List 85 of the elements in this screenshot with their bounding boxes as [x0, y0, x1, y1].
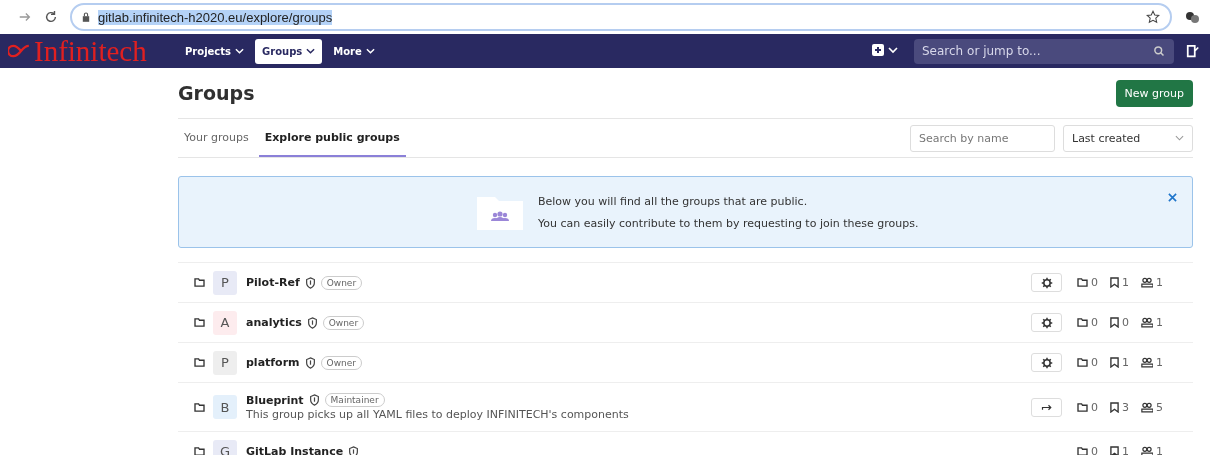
group-avatar[interactable]: P	[213, 270, 237, 295]
banner-text: Below you will find all the groups that are public.	[538, 194, 809, 208]
folder-icon	[1077, 447, 1088, 455]
bookmark-icon	[1110, 357, 1119, 368]
shield-icon	[304, 276, 316, 289]
users-icon	[1141, 317, 1153, 328]
address-bar[interactable]: gitlab.infinitech-h2020.eu/explore/groups	[70, 3, 1172, 31]
folder-icon	[1077, 278, 1088, 287]
shield-icon	[304, 356, 316, 369]
nav-menu[interactable]: Projects	[178, 38, 251, 64]
folder-icon	[194, 318, 205, 327]
bookmark-icon	[1110, 446, 1119, 455]
member-count: 1	[1156, 356, 1163, 369]
folder-icon	[1077, 318, 1088, 327]
folder-icon	[194, 447, 205, 455]
member-count: 1	[1156, 276, 1163, 289]
folder-icon	[194, 278, 205, 287]
leave-button[interactable]	[1031, 397, 1062, 417]
subgroup-count: 0	[1091, 316, 1098, 329]
folder-icon	[194, 402, 205, 412]
users-icon	[1141, 277, 1153, 288]
member-count: 1	[1156, 316, 1163, 329]
shield-icon	[348, 445, 360, 455]
group-description: This group picks up all YAML files to deploy INFINITECH's components	[246, 408, 629, 421]
nav-menu[interactable]: More	[326, 38, 382, 64]
bookmark-icon	[1110, 277, 1119, 288]
new-group-button[interactable]: New group	[1115, 79, 1193, 107]
settings-button[interactable]	[1031, 273, 1062, 292]
settings-button[interactable]	[1031, 313, 1062, 332]
member-count: 5	[1156, 400, 1163, 414]
project-count: 1	[1122, 276, 1129, 289]
shield-icon	[308, 394, 320, 406]
group-avatar[interactable]: P	[213, 350, 237, 375]
gear-icon	[1040, 316, 1053, 329]
bookmark-icon	[1110, 401, 1119, 413]
group-name[interactable]: GitLab Instance	[246, 445, 344, 455]
folder-icon	[194, 358, 205, 367]
todo-icon[interactable]	[1186, 44, 1200, 58]
forward-icon[interactable]	[18, 10, 32, 24]
subgroup-count: 0	[1091, 276, 1098, 289]
folder-icon	[1077, 358, 1088, 367]
lock-icon	[82, 12, 90, 22]
bookmark-icon	[1110, 317, 1119, 328]
group-name[interactable]: Blueprint	[246, 393, 304, 407]
users-icon	[1141, 401, 1153, 413]
reload-icon[interactable]	[44, 10, 58, 24]
new-menu-icon[interactable]	[872, 44, 900, 58]
subgroup-count: 0	[1091, 445, 1098, 455]
group-avatar[interactable]: A	[213, 310, 237, 335]
project-count: 1	[1122, 445, 1129, 455]
shield-icon	[306, 316, 318, 329]
subgroup-count: 0	[1091, 400, 1098, 414]
search-field[interactable]: Search or jump to...	[914, 38, 1174, 64]
group-name[interactable]: analytics	[246, 316, 302, 329]
gear-icon	[1040, 276, 1053, 289]
project-count: 3	[1122, 400, 1129, 414]
users-icon	[1141, 357, 1153, 368]
group-avatar[interactable]: B	[213, 395, 237, 419]
project-count: 0	[1122, 316, 1129, 329]
settings-button[interactable]	[1031, 353, 1062, 372]
chevron-down-icon	[306, 48, 316, 54]
project-count: 1	[1122, 356, 1129, 369]
star-icon[interactable]	[1146, 10, 1160, 24]
chevron-down-icon	[365, 48, 375, 54]
folder-icon	[1077, 402, 1088, 412]
tab[interactable]: Explore public groups	[258, 119, 406, 157]
search-field[interactable]: Search by name	[910, 124, 1055, 152]
banner-text: You can easily contribute to them by requesting to join these groups.	[538, 216, 919, 230]
gear-icon	[1040, 356, 1053, 369]
nav-menu[interactable]: Groups	[255, 38, 323, 64]
users-icon	[1141, 446, 1153, 455]
search-icon	[1153, 44, 1165, 57]
chevron-down-icon	[235, 48, 244, 54]
arrow-icon	[1040, 402, 1053, 412]
subgroup-count: 0	[1091, 356, 1098, 369]
group-name[interactable]: Pilot-Ref	[246, 276, 300, 289]
page-title: Groups	[178, 82, 255, 104]
tab[interactable]: Your groups	[178, 119, 255, 157]
group-name[interactable]: platform	[246, 356, 300, 369]
url-text: gitlab.infinitech-h2020.eu/explore/groups	[98, 9, 333, 25]
member-count: 1	[1156, 445, 1163, 455]
extension-icon[interactable]	[1184, 9, 1200, 25]
sort-dropdown[interactable]: Last created	[1063, 124, 1193, 152]
close-icon[interactable]	[1168, 193, 1177, 202]
chevron-down-icon	[1175, 135, 1184, 141]
